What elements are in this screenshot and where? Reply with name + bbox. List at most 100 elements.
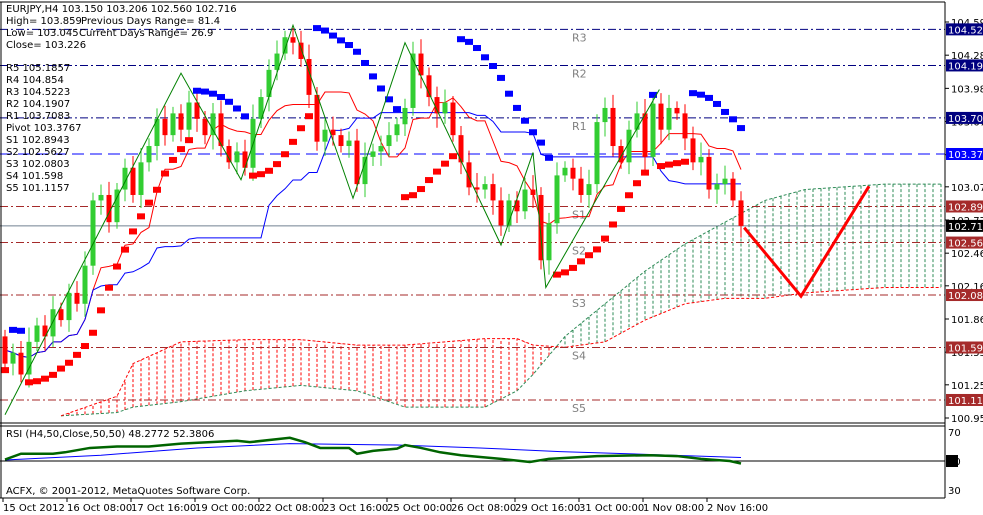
x-tick-label: 19 Oct 00:00 (195, 503, 260, 514)
sar-dot (321, 27, 329, 34)
copyright-text: ACFX, © 2001-2012, MetaQuotes Software C… (6, 486, 250, 497)
pivot-line-label: R2 (572, 67, 587, 80)
candle-bear (674, 107, 680, 114)
current-days-range: Current Days Range= 26.9 (79, 28, 213, 39)
candle-bear (74, 292, 80, 304)
candle-bull (50, 309, 56, 337)
pivot-table-row: S2 102.5627 (6, 147, 70, 158)
candle-bear (18, 352, 24, 375)
sar-dot (9, 326, 17, 333)
sar-dot (97, 307, 105, 314)
sar-dot (73, 351, 81, 358)
candle-bull (210, 113, 216, 136)
candle-bear (658, 103, 664, 130)
candle-bear (530, 189, 536, 195)
sar-dot (529, 129, 537, 136)
y-tick-label: 103.980 (951, 84, 983, 95)
sar-dot (561, 269, 569, 276)
x-tick-label: 29 Oct 16:00 (515, 503, 580, 514)
symbol-line: EURJPY,H4 103.150 103.206 102.560 102.71… (6, 4, 237, 15)
sar-dot (481, 54, 489, 61)
pivot-table-row: R4 104.854 (6, 75, 64, 86)
sar-dot (409, 192, 417, 199)
sar-dot (417, 186, 425, 193)
price-chart[interactable]: R3R2R1S1S2S3S4S5 705030 104.590104.28510… (0, 0, 983, 515)
pivot-table-row: R5 105.1857 (6, 63, 70, 74)
sar-dot (473, 45, 481, 52)
candle-bear (314, 94, 320, 142)
y-tick-label: 101.860 (951, 315, 983, 326)
pivot-line-label: S1 (572, 208, 586, 221)
candle-bull (82, 265, 88, 304)
candle-bull (394, 124, 400, 136)
sar-dot (513, 104, 521, 111)
sar-dot (177, 146, 185, 153)
pivot-table-row: S4 101.598 (6, 171, 63, 182)
sar-dot (169, 156, 177, 163)
candle-bull (586, 184, 592, 195)
sar-dot (425, 177, 433, 184)
candle-bear (706, 156, 712, 190)
candle-bear (58, 309, 64, 321)
sar-dot (681, 158, 689, 165)
pivot-table-row: R1 103.7083 (6, 111, 70, 122)
sar-dot (713, 100, 721, 107)
candle-bull (410, 53, 416, 108)
price-tag-s4: 101.598 (948, 344, 983, 355)
sar-dot (81, 343, 89, 350)
candle-bull (146, 146, 152, 163)
sar-dot (625, 192, 633, 199)
sar-dot (361, 59, 369, 66)
sar-dot (593, 246, 601, 253)
candle-bull (722, 178, 728, 185)
pivot-line-label: R1 (572, 120, 587, 133)
pivot-table-row: R3 104.5223 (6, 87, 70, 98)
sar-dot (257, 171, 265, 178)
sar-dot (305, 113, 313, 120)
x-tick-label: 26 Oct 08:00 (451, 503, 516, 514)
x-tick-label: 25 Oct 00:00 (387, 503, 452, 514)
candle-bull (90, 200, 96, 266)
candle-bear (490, 184, 496, 201)
sar-dot (457, 36, 465, 43)
close-value: Close= 103.226 (6, 40, 86, 51)
candle-bull (10, 352, 16, 364)
sar-dot (217, 94, 225, 101)
candle-bear (450, 102, 456, 136)
time-axis: 15 Oct 2012 16 Oct 08:0017 Oct 16:0019 Oc… (2, 498, 768, 514)
candle-bear (130, 167, 136, 195)
x-tick-label: 23 Oct 16:00 (323, 503, 388, 514)
sar-dot (401, 194, 409, 201)
candle-bull (322, 129, 328, 142)
sar-dot (505, 90, 513, 97)
candle-bull (650, 103, 656, 157)
sar-dot (617, 205, 625, 212)
sar-dot (377, 85, 385, 92)
price-tag-r1: 103.708 (948, 114, 983, 125)
candle-bear (642, 113, 648, 157)
x-tick-label: 2 Nov 16:00 (707, 503, 768, 514)
y-tick-label: 101.255 (951, 381, 983, 392)
sar-dot (673, 160, 681, 167)
candle-bull (346, 140, 352, 147)
price-tag-s3: 102.080 (948, 291, 983, 302)
previous-days-range: Previous Days Range= 81.4 (81, 16, 220, 27)
price-tag-s1: 102.894 (948, 202, 983, 213)
sar-dot (665, 161, 673, 168)
candle-bear (690, 138, 696, 163)
x-tick-label: 31 Oct 00:00 (579, 503, 644, 514)
sar-dot (241, 113, 249, 120)
candle-bear (354, 140, 360, 185)
pivot-line-label: S3 (572, 297, 586, 310)
pivot-table-row: S3 102.0803 (6, 159, 70, 170)
candle-bull (546, 223, 552, 261)
sar-dot (569, 264, 577, 271)
candle-bear (458, 135, 464, 163)
candle-bull (266, 69, 272, 98)
sar-dot (161, 170, 169, 177)
price-tag-r3: 104.522 (948, 25, 983, 36)
candle-bull (402, 107, 408, 125)
candle-bull (562, 167, 568, 176)
chart-frame (0, 1, 946, 499)
sar-dot (41, 375, 49, 382)
